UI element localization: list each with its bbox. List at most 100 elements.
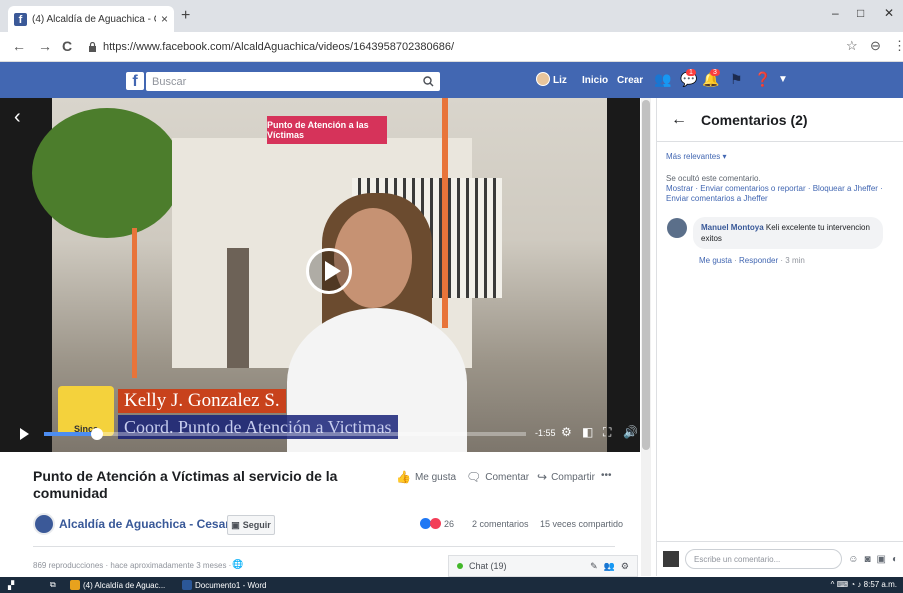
love-reaction-icon [430, 518, 441, 529]
groups-icon[interactable]: ⚑ [730, 71, 743, 88]
kebab-menu-icon[interactable]: ⋮ [893, 38, 903, 54]
reload-button[interactable]: C [62, 38, 72, 54]
background-person [227, 248, 249, 368]
page-avatar[interactable] [33, 513, 55, 535]
post-title: Punto de Atención a Víctimas al servicio… [33, 468, 338, 501]
hidden-comment-links[interactable]: Mostrar · Enviar comentarios o reportar … [666, 184, 902, 204]
search-box[interactable] [146, 72, 440, 91]
follow-button[interactable]: ▣ Seguir [227, 515, 275, 535]
share-button[interactable]: ↪ Compartir [537, 470, 595, 484]
tab-title: (4) Alcaldía de Aguachica - Cesar [32, 13, 156, 25]
chat-bar[interactable]: Chat (19) ✎ 👥 ⚙ [448, 555, 638, 577]
chrome-icon [70, 580, 80, 590]
volume-icon[interactable]: 🔊 [623, 425, 638, 439]
facebook-favicon-icon: f [14, 12, 27, 26]
back-arrow-icon[interactable]: ← [671, 111, 687, 129]
thumbs-up-icon: 👍 [396, 470, 411, 484]
comments-count-link[interactable]: 2 comentarios [472, 519, 529, 529]
follow-icon: ▣ [231, 519, 240, 530]
messenger-badge: 1 [686, 69, 696, 76]
tray-icons: ^ ⌨ ◔ ♪ [830, 580, 864, 589]
play-button[interactable] [306, 248, 352, 294]
search-icon[interactable] [423, 76, 434, 87]
emoji-icon[interactable]: ☺ [848, 554, 858, 565]
commenter-avatar[interactable] [667, 218, 687, 238]
like-button[interactable]: 👍 Me gusta [396, 470, 456, 484]
reactions-summary[interactable]: 26 [420, 518, 454, 529]
seek-handle[interactable] [91, 428, 104, 440]
scrollbar-thumb[interactable] [642, 100, 650, 450]
facebook-logo[interactable]: f [126, 72, 144, 90]
task-view-icon[interactable]: ⧉ [50, 579, 56, 591]
comment-input[interactable] [685, 549, 843, 569]
globe-icon: 🌐 [232, 559, 244, 569]
comment-reply-link[interactable]: Responder [739, 256, 778, 265]
caret-down-icon[interactable]: ▼ [778, 74, 788, 85]
views-text: 869 reproducciones · hace aproximadament… [33, 561, 232, 570]
friends-icon[interactable]: 👥 [654, 71, 671, 88]
facebook-header: f Liz Inicio Crear 👥 💬 1 🔔 3 ⚑ ❓ ▼ [0, 62, 903, 98]
tree-foliage [32, 108, 182, 238]
play-icon[interactable] [20, 428, 29, 440]
video-controls: -1:55 ⚙ ◧ ⛶ 🔊 [0, 418, 640, 452]
red-pole [132, 228, 137, 378]
windows-taskbar: ▞ ⧉ (4) Alcaldía de Aguac... Documento1 … [0, 577, 903, 593]
word-icon [182, 580, 192, 590]
comment-author-link[interactable]: Manuel Montoya [701, 223, 764, 232]
system-tray[interactable]: ^ ⌨ ◔ ♪ 8:57 a.m. [831, 580, 897, 589]
taskbar-item-word[interactable]: Documento1 - Word [182, 579, 266, 591]
seek-bar[interactable] [44, 428, 526, 440]
start-icon[interactable]: ▞ [8, 579, 14, 591]
forward-button[interactable]: → [38, 38, 52, 54]
video-player[interactable]: Punto de Atención a las Víctimas ‹ Sinca… [0, 98, 640, 452]
comment-icon: 🗨 [466, 470, 482, 484]
lock-icon [89, 42, 96, 52]
taskbar-item-chrome[interactable]: (4) Alcaldía de Aguac... [70, 579, 165, 591]
time-remaining: -1:55 [535, 428, 556, 438]
comments-header: ← Comentarios (2) [657, 98, 903, 142]
url-text: https://www.facebook.com/AlcaldAguachica… [103, 41, 455, 53]
home-link[interactable]: Inicio [582, 75, 608, 86]
lower-third-name: Kelly J. Gonzalez S. [118, 389, 286, 413]
browser-tab-bar: f (4) Alcaldía de Aguachica - Cesar × + … [0, 0, 903, 32]
close-window-button[interactable]: ✕ [884, 6, 894, 20]
comment-button[interactable]: 🗨 Comentar [466, 470, 529, 484]
orange-pole [442, 98, 448, 328]
clock: 8:57 a.m. [863, 580, 897, 589]
user-name-link[interactable]: Liz [553, 75, 567, 86]
gif-icon[interactable]: ▣ [877, 554, 886, 565]
sticker-icon[interactable]: ◐ [892, 554, 898, 565]
building-sign: Punto de Atención a las Víctimas [267, 116, 387, 144]
edit-icon[interactable]: ✎ [590, 561, 598, 572]
help-icon[interactable]: ❓ [754, 71, 771, 88]
maximize-button[interactable]: □ [857, 6, 864, 20]
account-icon[interactable]: ⊖ [870, 38, 881, 54]
settings-icon[interactable]: ⚙ [561, 425, 572, 439]
previous-video-arrow-icon[interactable]: ‹ [14, 106, 21, 129]
page-name-link[interactable]: Alcaldía de Aguachica - Cesar [59, 517, 230, 531]
comment-time: 3 min [785, 256, 805, 265]
chat-settings-icon[interactable]: ⚙ [621, 561, 629, 572]
divider [33, 546, 615, 547]
hidden-comment-note: Se ocultó este comentario. [666, 174, 761, 183]
more-options-button[interactable]: ••• [601, 470, 612, 481]
search-input[interactable] [152, 75, 423, 88]
minimize-button[interactable]: – [832, 6, 839, 20]
sort-dropdown[interactable]: Más relevantes ▾ [666, 152, 726, 161]
comments-panel: ← Comentarios (2) Más relevantes ▾ Se oc… [656, 98, 903, 576]
tab-close-button[interactable]: × [161, 12, 168, 26]
picture-in-picture-icon[interactable]: ◧ [582, 425, 593, 439]
new-tab-button[interactable]: + [181, 7, 190, 25]
camera-icon[interactable]: ◙ [864, 554, 870, 565]
user-avatar[interactable] [536, 72, 550, 86]
fullscreen-icon[interactable]: ⛶ [603, 425, 611, 440]
address-bar[interactable]: https://www.facebook.com/AlcaldAguachica… [82, 36, 842, 58]
star-icon[interactable]: ☆ [846, 38, 858, 54]
comment-like-link[interactable]: Me gusta [699, 256, 732, 265]
back-button[interactable]: ← [12, 38, 26, 54]
my-avatar [663, 551, 679, 567]
browser-tab[interactable]: f (4) Alcaldía de Aguachica - Cesar × [8, 6, 174, 32]
shares-count-link[interactable]: 15 veces compartido [540, 519, 623, 529]
add-friends-icon[interactable]: 👥 [604, 561, 615, 572]
create-link[interactable]: Crear [617, 75, 643, 86]
